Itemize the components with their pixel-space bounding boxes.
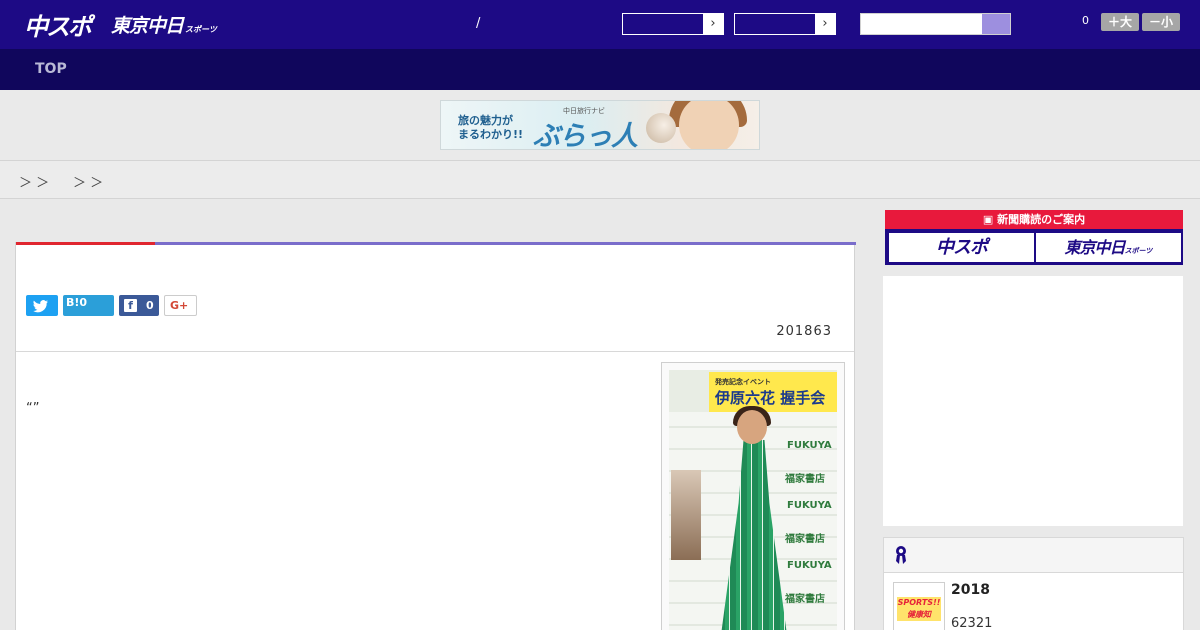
article-divider — [16, 351, 854, 352]
twitter-share-button[interactable] — [26, 295, 58, 316]
photo-event-sign: 発売記念イベント 伊原六花 握手会 — [709, 372, 837, 412]
photo-store-name: 福家書店 — [785, 594, 825, 605]
medal-icon — [896, 546, 906, 564]
breadcrumb: ＞ ＞ ＞ ＞ — [0, 161, 1200, 199]
global-nav: TOP — [0, 49, 1200, 90]
photo-store-logo: FUKUYA — [787, 440, 832, 451]
article-date: 201863 — [776, 324, 832, 339]
category-select-2[interactable]: › — [734, 13, 836, 35]
photo-sign-title: 伊原六花 握手会 — [715, 389, 826, 407]
ranking-header — [884, 538, 1183, 573]
banner-shell-image — [646, 113, 676, 143]
twitter-icon — [33, 300, 48, 313]
ranking-item-thumbnail[interactable]: SPORTS!! 健康知 — [893, 582, 945, 630]
photo-store-name: 福家書店 — [785, 534, 825, 545]
banner-line-2: まるわかり!! — [458, 128, 524, 141]
subscription-header: ▣ 新聞購読のご案内 — [885, 210, 1183, 229]
google-plus-label: G+ — [170, 299, 189, 312]
ranking-item-title[interactable]: 2018 — [951, 582, 990, 598]
subscribe-tokyo-button[interactable]: 東京中日スポーツ — [1036, 233, 1181, 262]
facebook-share-button[interactable]: f 0 — [119, 295, 159, 316]
banner-brand: ぶらっ人 — [533, 121, 638, 150]
hatena-label: B!0 — [66, 296, 88, 309]
photo-poster — [671, 470, 701, 560]
subscribe-chuspo-button[interactable]: 中スポ — [889, 233, 1034, 262]
ranking-item-subtitle: 62321 — [951, 616, 993, 630]
facebook-count: 0 — [146, 299, 154, 312]
subscription-header-text: 新聞購読のご案内 — [997, 213, 1086, 226]
tokyo-logo-suffix: スポーツ — [185, 25, 217, 34]
breadcrumb-item[interactable]: ＞ ＞ — [73, 172, 103, 191]
ranking-thumb-text: SPORTS!! 健康知 — [897, 597, 941, 621]
chevron-right-icon: › — [815, 14, 835, 34]
subscribe-tokyo-label: 東京中日 — [1064, 238, 1126, 257]
chevron-right-icon: › — [703, 14, 723, 34]
chuspo-logo[interactable]: 中スポ — [24, 7, 92, 42]
google-plus-button[interactable]: G+ — [164, 295, 197, 316]
tokyo-chunichi-logo[interactable]: 東京中日 スポーツ — [111, 11, 217, 38]
font-larger-button[interactable]: ＋大 — [1101, 13, 1139, 31]
banner-photo-face — [679, 101, 739, 149]
article-photo[interactable]: FUKUYA 福家書店 FUKUYA 福家書店 FUKUYA 福家書店 発売記念… — [661, 362, 845, 630]
nav-item-top[interactable]: TOP — [35, 61, 67, 77]
category-select-1[interactable]: › — [622, 13, 724, 35]
travel-ad-banner[interactable]: 旅の魅力が まるわかり!! 中日旅行ナビ ぶらっ人 — [440, 100, 760, 150]
header-separator: / — [476, 16, 481, 31]
font-smaller-button[interactable]: －小 — [1142, 13, 1180, 31]
subscription-box: ▣ 新聞購読のご案内 中スポ 東京中日スポーツ — [885, 210, 1183, 265]
photo-person-head — [737, 410, 767, 444]
breadcrumb-item[interactable]: ＞ ＞ — [19, 172, 49, 191]
banner-area: 旅の魅力が まるわかり!! 中日旅行ナビ ぶらっ人 — [0, 90, 1200, 161]
photo-store-name: 福家書店 — [785, 474, 825, 485]
photo-sign-sub: 発売記念イベント — [715, 378, 771, 386]
photo-store-logo: FUKUYA — [787, 560, 832, 571]
site-header: 中スポ 東京中日 スポーツ / › › 0 ＋大 －小 — [0, 0, 1200, 49]
hatena-bookmark-button[interactable]: B!0 — [63, 295, 114, 316]
tokyo-logo-text: 東京中日 — [111, 15, 184, 37]
article-card: B!0 f 0 G+ 201863 “” FUKUYA 福家書店 FUKUYA … — [15, 242, 856, 630]
photo-store-logo: FUKUYA — [787, 500, 832, 511]
facebook-icon: f — [124, 299, 137, 312]
article-accent-line — [16, 242, 856, 245]
ranking-box: SPORTS!! 健康知 2018 62321 — [883, 537, 1184, 630]
search-input[interactable] — [860, 13, 1011, 35]
article-accent-red — [16, 242, 155, 245]
newspaper-icon: ▣ — [982, 213, 998, 226]
search-button[interactable] — [982, 14, 1010, 34]
subscribe-tokyo-suffix: スポーツ — [1124, 247, 1153, 255]
article-body-text: “” — [26, 401, 40, 416]
sidebar-ad-slot[interactable] — [883, 276, 1183, 526]
font-size-counter: 0 — [1082, 14, 1089, 27]
article-photo-image: FUKUYA 福家書店 FUKUYA 福家書店 FUKUYA 福家書店 発売記念… — [669, 370, 837, 630]
